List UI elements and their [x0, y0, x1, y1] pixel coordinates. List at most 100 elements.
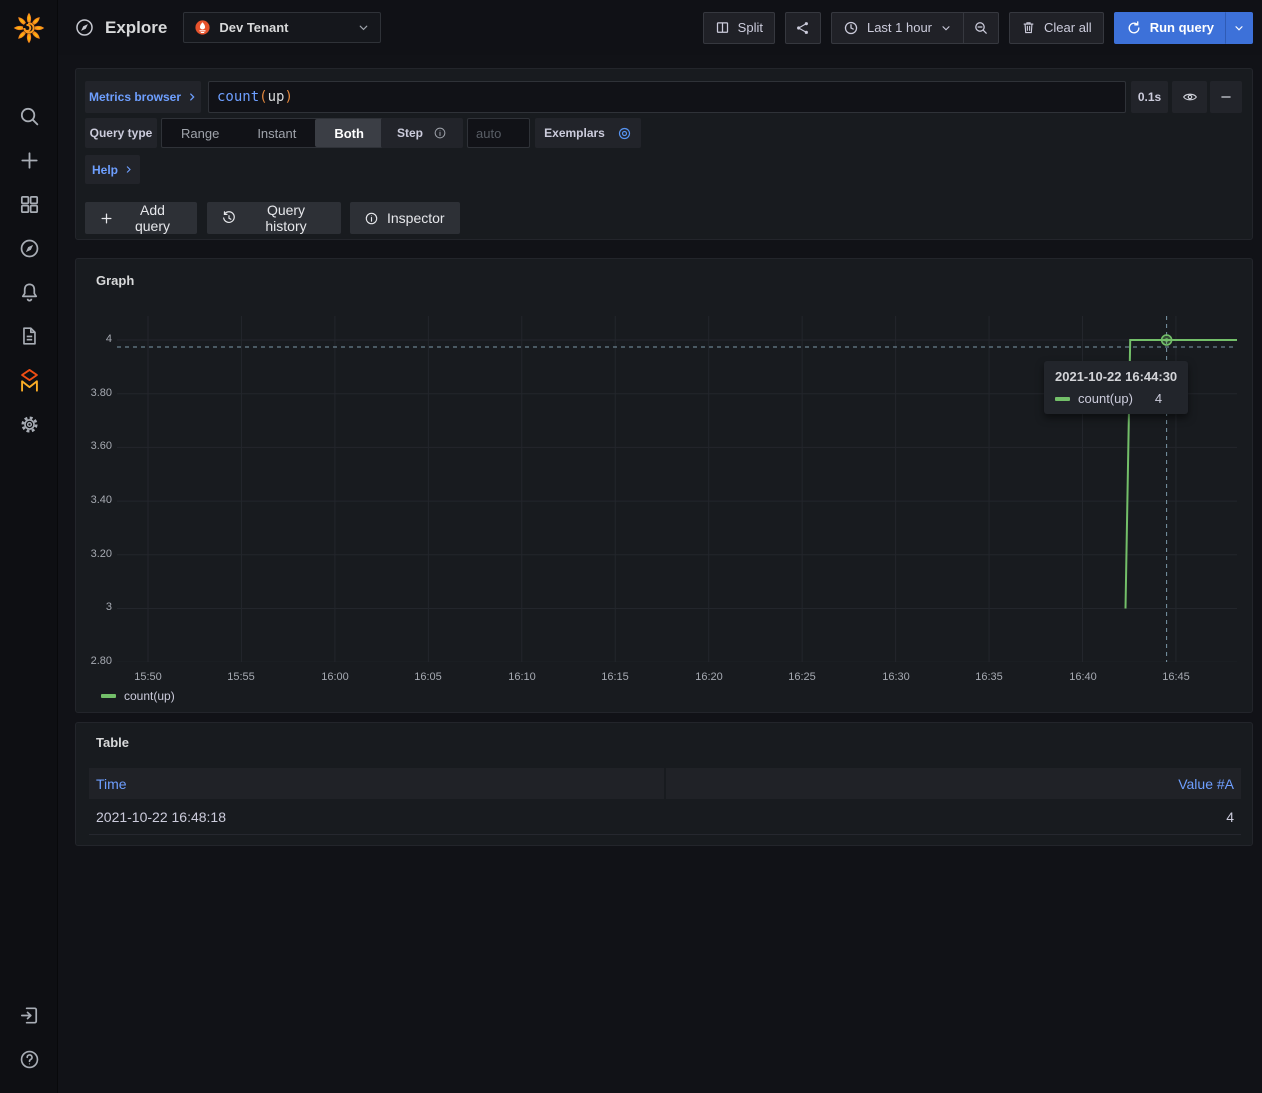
step-label: Step [381, 118, 463, 148]
share-button[interactable] [785, 12, 821, 44]
sidebar-item-docs[interactable] [0, 314, 58, 358]
sidebar-item-settings[interactable] [0, 402, 58, 446]
sidebar-item-help[interactable] [0, 1037, 58, 1081]
run-query-label: Run query [1150, 20, 1214, 35]
time-controls: Last 1 hour [831, 12, 999, 44]
grafana-logo[interactable] [0, 0, 58, 56]
exemplars-target-icon[interactable] [617, 126, 632, 141]
x-tick-label: 16:40 [1058, 671, 1108, 683]
graph-tooltip: 2021-10-22 16:44:30 count(up) 4 [1044, 361, 1188, 414]
query-duration-label: 0.1s [1138, 90, 1161, 104]
chevron-right-icon [124, 165, 133, 174]
sidebar-item-dashboards[interactable] [0, 182, 58, 226]
table-cell-time: 2021-10-22 16:48:18 [89, 799, 664, 834]
explore-compass-icon [74, 17, 95, 38]
x-tick-label: 16:35 [964, 671, 1014, 683]
trash-icon [1021, 20, 1036, 35]
tooltip-timestamp: 2021-10-22 16:44:30 [1055, 369, 1177, 384]
run-query-button[interactable]: Run query [1114, 12, 1225, 44]
split-button[interactable]: Split [703, 12, 775, 44]
sidebar-item-sign-in[interactable] [0, 993, 58, 1037]
x-tick-label: 16:30 [871, 671, 921, 683]
query-token-open-paren: ( [259, 89, 267, 105]
sidebar-item-alerting[interactable] [0, 270, 58, 314]
table-panel-title: Table [96, 735, 129, 750]
y-tick-label: 3.60 [78, 440, 112, 452]
minus-icon [1219, 90, 1233, 104]
legend-series-label: count(up) [124, 689, 175, 703]
y-tick-label: 3.40 [78, 494, 112, 506]
sidebar-item-mimir[interactable] [0, 358, 58, 402]
table-header-time[interactable]: Time [89, 768, 664, 799]
remove-query-button[interactable] [1210, 81, 1242, 113]
inspector-button[interactable]: Inspector [350, 202, 460, 234]
zoom-out-icon [973, 20, 989, 36]
add-query-label: Add query [122, 202, 183, 234]
graph-panel-title: Graph [96, 273, 134, 288]
clear-all-button[interactable]: Clear all [1009, 12, 1104, 44]
clear-all-label: Clear all [1044, 20, 1092, 35]
x-tick-label: 16:25 [777, 671, 827, 683]
split-icon [715, 20, 730, 35]
query-type-label-text: Query type [90, 126, 153, 140]
eye-icon [1182, 89, 1198, 105]
datasource-label: Dev Tenant [219, 20, 349, 35]
help-button[interactable]: Help [85, 155, 140, 184]
y-tick-label: 3.80 [78, 387, 112, 399]
query-type-option-range[interactable]: Range [162, 119, 238, 147]
query-history-button[interactable]: Query history [207, 202, 341, 234]
chevron-down-icon [1233, 22, 1245, 34]
tooltip-series-value: 4 [1155, 391, 1162, 406]
query-expression-input[interactable]: count(up) [208, 81, 1126, 113]
search-icon [18, 105, 41, 128]
sign-in-icon [18, 1004, 41, 1027]
table-cell-value: 4 [664, 799, 1241, 834]
table-header-value[interactable]: Value #A [666, 768, 1241, 799]
table-header-row: Time Value #A [89, 768, 1241, 799]
topbar: Explore Dev Tenant Split [58, 0, 1262, 55]
page-title: Explore [105, 18, 167, 38]
zoom-out-button[interactable] [963, 12, 999, 44]
x-tick-label: 16:00 [310, 671, 360, 683]
prometheus-icon [194, 19, 211, 36]
graph-legend-item[interactable]: count(up) [101, 689, 175, 703]
x-tick-label: 16:10 [497, 671, 547, 683]
plus-icon [99, 211, 114, 226]
gear-icon [18, 413, 41, 436]
sidebar-item-explore[interactable] [0, 226, 58, 270]
sidebar-item-search[interactable] [0, 94, 58, 138]
run-query-dropdown[interactable] [1225, 12, 1253, 44]
x-tick-label: 15:50 [123, 671, 173, 683]
history-icon [221, 210, 237, 226]
sidebar-item-create[interactable] [0, 138, 58, 182]
grafana-logo-icon [12, 11, 46, 45]
time-range-button[interactable]: Last 1 hour [831, 12, 963, 44]
run-query-group: Run query [1114, 12, 1253, 44]
query-type-option-instant[interactable]: Instant [238, 119, 315, 147]
share-icon [795, 20, 811, 36]
y-tick-label: 4 [78, 333, 112, 345]
info-circle-icon [364, 211, 379, 226]
results-table: Time Value #A 2021-10-22 16:48:18 4 [89, 768, 1241, 835]
metrics-browser-button[interactable]: Metrics browser [85, 81, 201, 113]
query-type-radio-group: Range Instant Both [161, 118, 384, 148]
x-tick-label: 15:55 [216, 671, 266, 683]
query-visibility-button[interactable] [1172, 81, 1207, 113]
x-tick-label: 16:20 [684, 671, 734, 683]
sync-icon [1126, 20, 1142, 36]
chevron-down-icon [940, 22, 952, 34]
datasource-picker[interactable]: Dev Tenant [183, 12, 381, 43]
query-token-argument: up [268, 89, 285, 105]
step-input[interactable] [467, 118, 530, 148]
x-tick-label: 16:05 [403, 671, 453, 683]
query-editor-panel: Metrics browser count(up) 0.1s Query typ… [75, 68, 1253, 240]
compass-icon [18, 237, 41, 260]
x-tick-label: 16:15 [590, 671, 640, 683]
x-tick-label: 16:45 [1151, 671, 1201, 683]
step-label-text: Step [397, 126, 423, 140]
add-query-button[interactable]: Add query [85, 202, 197, 234]
query-duration-badge: 0.1s [1131, 81, 1168, 113]
query-type-option-both[interactable]: Both [315, 119, 383, 147]
mimir-icon [17, 368, 42, 393]
table-row: 2021-10-22 16:48:18 4 [89, 799, 1241, 835]
